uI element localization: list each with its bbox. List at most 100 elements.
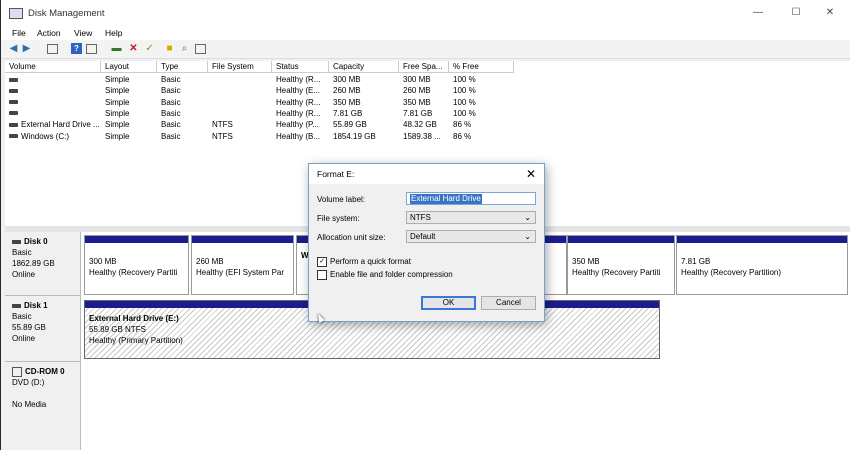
partition-bar [677,236,847,243]
cell-type: Basic [161,97,181,107]
column-header-capacity[interactable]: Capacity [329,61,399,73]
cell-free-space: 300 MB [403,75,431,84]
forward-icon[interactable]: ▶ [21,43,32,54]
delete-icon[interactable]: ✕ [128,43,139,54]
cell-type: Basic [161,75,181,84]
check-icon[interactable]: ✓ [144,43,155,54]
properties-icon[interactable] [86,44,97,54]
cell-percent-free: 86 % [453,120,472,130]
dialog-close-icon[interactable]: ✕ [526,167,536,181]
column-header-status[interactable]: Status [272,61,329,73]
volume-label-input[interactable]: External Hard Drive [406,192,536,205]
menu-help[interactable]: Help [105,28,122,38]
allocation-unit-value: Default [410,232,436,241]
console-tree-icon[interactable] [47,44,58,54]
file-system-value: NTFS [410,213,431,222]
volume-icon [9,111,18,116]
column-header-type[interactable]: Type [157,61,208,73]
cell-free-space: 350 MB [403,97,431,107]
disk-0-size: 1862.89 GB [12,259,55,268]
disk-0-partition-1[interactable]: 300 MB Healthy (Recovery Partiti [84,235,189,295]
volume-label-value: External Hard Drive [410,194,482,204]
cell-capacity: 300 MB [333,75,361,84]
cell-status: Healthy (P... [276,120,319,130]
disk-0-partition-4[interactable]: 350 MB Healthy (Recovery Partiti [567,235,675,295]
cell-file-system [212,108,272,119]
column-header-layout[interactable]: Layout [101,61,157,73]
cell-status: Healthy (E... [276,86,321,96]
cell-layout: Simple [105,120,130,130]
cell-type: Basic [161,120,181,130]
cdrom-0-label[interactable]: CD-ROM 0 DVD (D:) No Media [5,362,81,450]
column-header-volume[interactable]: Volume [5,61,101,73]
cdrom-0-status: No Media [12,400,47,409]
folder-icon[interactable]: ■ [164,43,175,54]
disk-0-partition-5[interactable]: 7.81 GB Healthy (Recovery Partition) [676,235,848,295]
volume-icon [9,122,18,127]
chevron-down-icon: ⌄ [524,232,531,241]
cell-free-space: 7.81 GB [403,108,433,118]
column-header-free-space[interactable]: Free Spa... [399,61,449,73]
menu-file[interactable]: File [12,28,26,38]
partition-bar [568,236,674,243]
cell-file-system [212,97,272,108]
menu-view[interactable]: View [74,28,92,38]
cell-status: Healthy (B... [276,131,321,141]
cell-capacity: 1854.19 GB [333,131,376,141]
quick-format-checkbox[interactable]: ✓ Perform a quick format [317,257,411,267]
compression-checkbox[interactable]: Enable file and folder compression [317,270,453,280]
ok-button[interactable]: OK [421,296,476,310]
toolbar: ◀ ▶ ? ▬ ✕ ✓ ■ ⌕ [1,40,850,59]
partition-info: 260 MB Healthy (EFI System Par [196,257,285,277]
title-bar: Disk Management — ☐ ✕ [1,0,850,26]
allocation-unit-select[interactable]: Default ⌄ [406,230,536,243]
partition-bar [85,236,188,243]
maximize-button[interactable]: ☐ [779,4,813,22]
help-icon[interactable]: ? [71,43,82,54]
cell-status: Healthy (R... [276,108,321,118]
back-icon[interactable]: ◀ [8,43,19,54]
disk-0-name: Disk 0 [24,237,48,246]
dialog-title-bar: Format E: ✕ [309,164,544,184]
window-title: Disk Management [28,8,105,19]
disk-1-status: Online [12,334,36,343]
chevron-down-icon: ⌄ [524,213,531,222]
disk-1-type: Basic [12,312,32,321]
volume-icon [9,77,18,82]
cell-volume: External Hard Drive ... [21,120,100,130]
disk-0-partition-2[interactable]: 260 MB Healthy (EFI System Par [191,235,294,295]
list-icon[interactable] [195,44,206,54]
cell-layout: Simple [105,108,130,118]
cell-capacity: 260 MB [333,86,361,96]
drive-icon [12,303,21,308]
connect-drive-icon[interactable]: ▬ [111,43,122,54]
column-header-file-system[interactable]: File System [208,61,272,73]
file-system-select[interactable]: NTFS ⌄ [406,211,536,224]
cell-capacity: 7.81 GB [333,108,363,118]
cell-layout: Simple [105,75,130,84]
disk-0-label[interactable]: Disk 0 Basic 1862.89 GB Online [5,232,81,296]
menu-action[interactable]: Action [37,28,61,38]
cell-status: Healthy (R... [276,97,321,107]
cancel-button[interactable]: Cancel [481,296,536,310]
cell-status: Healthy (R... [276,75,321,84]
allocation-unit-caption: Allocation unit size: [317,233,386,242]
cdrom-0-type: DVD (D:) [12,378,45,387]
disk-1-size: 55.89 GB [12,323,46,332]
cell-volume: Windows (C:) [21,131,70,141]
cell-file-system [212,74,272,85]
cell-volume [21,108,101,119]
minimize-button[interactable]: — [741,4,775,22]
cell-type: Basic [161,131,181,141]
volume-label-caption: Volume label: [317,195,366,204]
cell-volume [21,85,101,96]
search-icon[interactable]: ⌕ [179,43,190,54]
cell-percent-free: 86 % [453,131,472,141]
cell-free-space: 1589.38 ... [403,131,441,141]
close-button[interactable]: ✕ [813,4,847,22]
column-header-percent-free[interactable]: % Free [449,61,514,73]
disk-1-label[interactable]: Disk 1 Basic 55.89 GB Online [5,296,81,362]
file-system-caption: File system: [317,214,360,223]
drive-icon [12,239,21,244]
disk-management-window: Disk Management — ☐ ✕ File Action View H… [0,0,850,450]
